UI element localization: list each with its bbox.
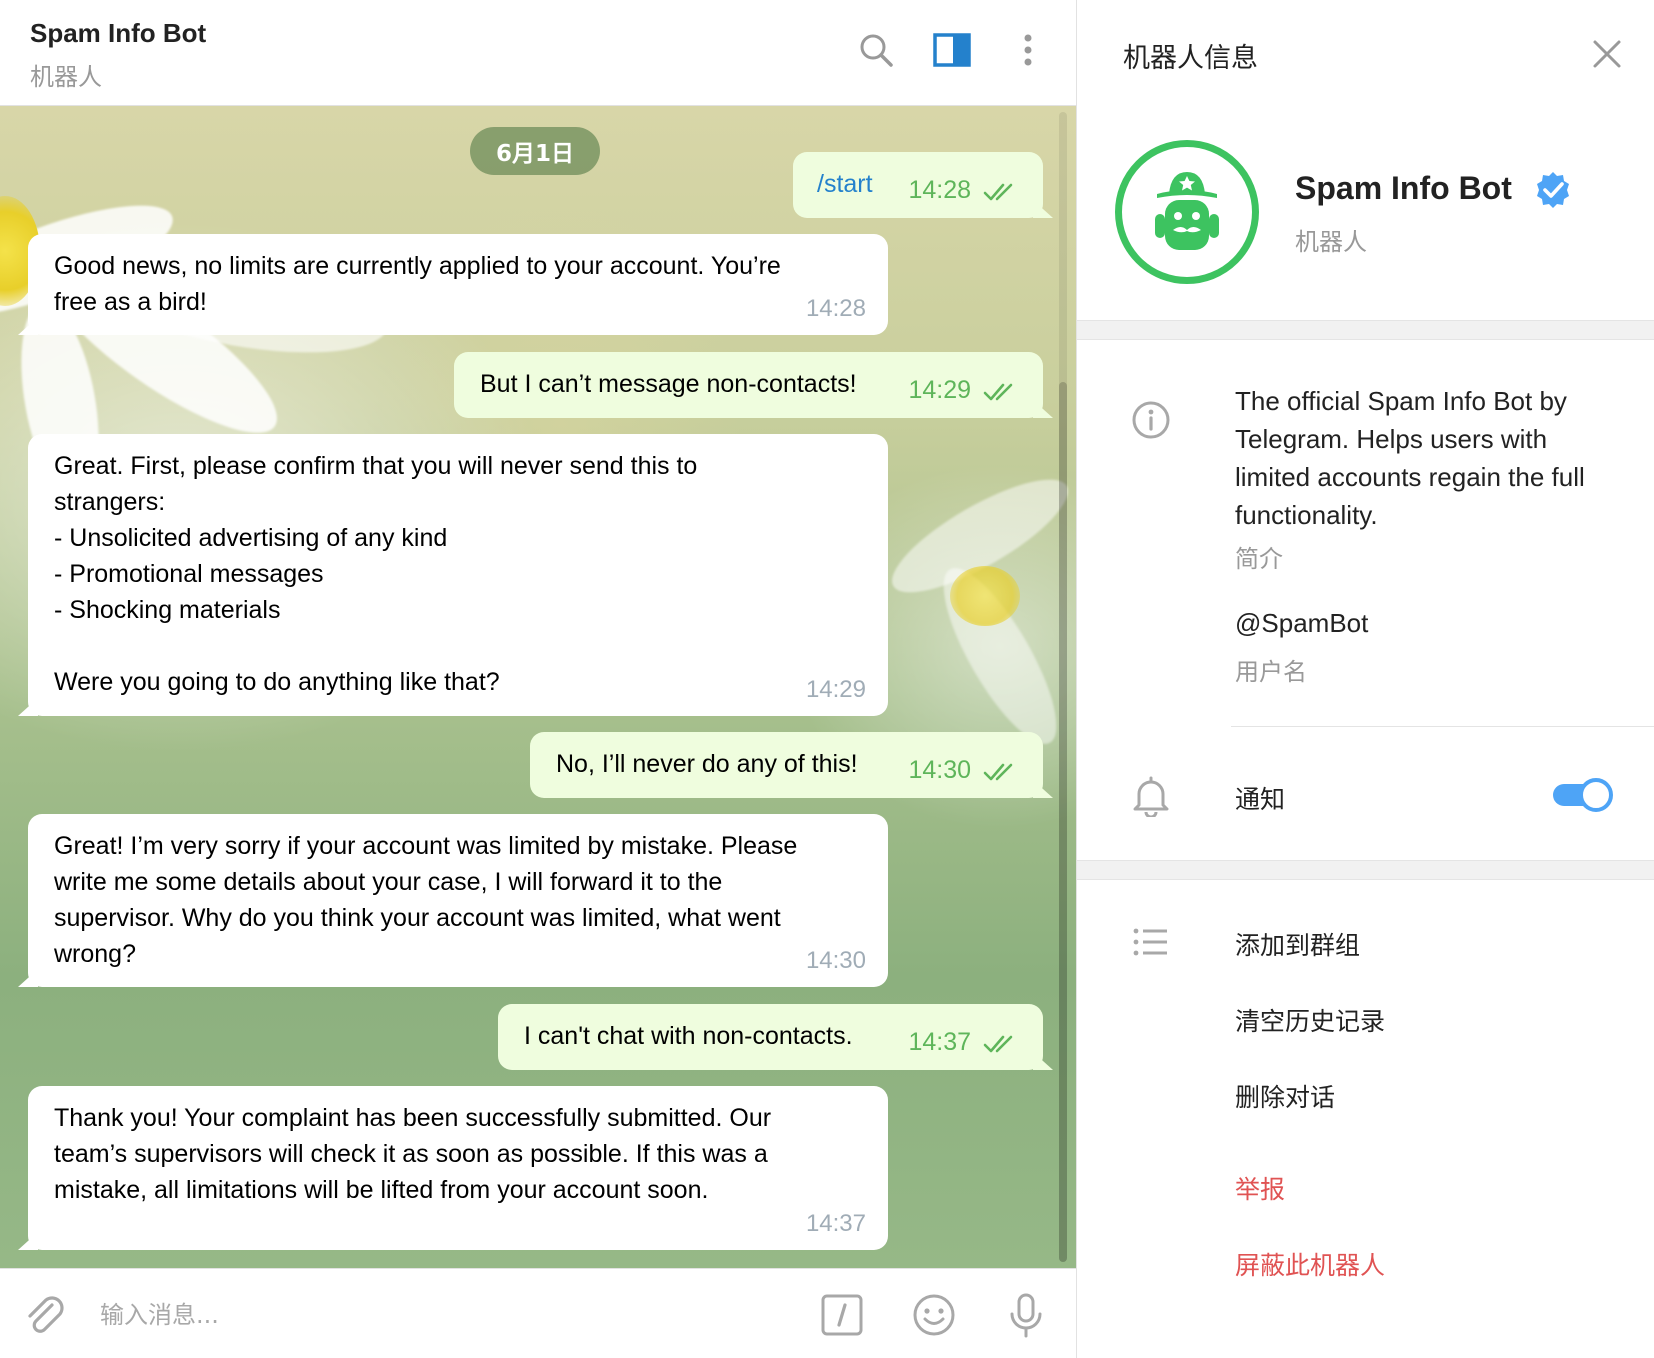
verified-icon	[1537, 172, 1569, 208]
double-check-icon	[983, 383, 1013, 401]
delete-chat-action[interactable]: 删除对话	[1235, 1078, 1335, 1114]
section-separator	[1231, 726, 1654, 727]
message-time: 14:29	[908, 376, 971, 404]
incoming-message[interactable]: Thank you! Your complaint has been succe…	[28, 1086, 888, 1250]
section-divider	[1077, 320, 1654, 340]
double-check-icon	[983, 763, 1013, 781]
emoji-button[interactable]	[910, 1291, 958, 1339]
message-input[interactable]	[100, 1293, 800, 1337]
notifications-toggle[interactable]	[1553, 778, 1613, 812]
close-panel-button[interactable]	[1585, 32, 1629, 76]
chat-title[interactable]: Spam Info Bot	[30, 18, 206, 49]
report-action[interactable]: 举报	[1235, 1170, 1285, 1206]
double-check-icon	[983, 183, 1013, 201]
panel-title: 机器人信息	[1123, 43, 1258, 74]
section-divider	[1077, 860, 1654, 880]
more-vertical-icon	[1024, 34, 1032, 66]
bot-name: Spam Info Bot	[1295, 170, 1512, 206]
message-text: Great. First, please confirm that you wi…	[54, 452, 698, 696]
microphone-icon	[1010, 1293, 1042, 1338]
double-check-icon	[983, 1035, 1013, 1053]
outgoing-message[interactable]: No, I’ll never do any of this! 14:30	[530, 732, 1043, 798]
incoming-message[interactable]: Great! I’m very sorry if your account wa…	[28, 814, 888, 987]
bot-info-panel: 机器人信息 Spam Info Bot 机器人 The official Spa…	[1076, 0, 1654, 1358]
message-time: 14:30	[908, 756, 971, 784]
toggle-info-panel-button[interactable]	[930, 28, 974, 72]
notifications-icon-wrap	[1129, 774, 1173, 818]
username-label: 用户名	[1235, 658, 1307, 686]
message-text: Great! I’m very sorry if your account wa…	[54, 832, 798, 968]
about-icon-wrap	[1129, 398, 1173, 442]
message-time: 14:28	[908, 176, 971, 204]
date-separator: 6月1日	[470, 127, 600, 175]
chat-scrollbar-thumb[interactable]	[1059, 382, 1067, 1262]
emoji-icon	[913, 1294, 955, 1336]
bot-type-label: 机器人	[1295, 228, 1367, 256]
paperclip-icon	[28, 1296, 64, 1333]
outgoing-message[interactable]: But I can’t message non-contacts! 14:29	[454, 352, 1043, 418]
add-to-group-action[interactable]: 添加到群组	[1235, 926, 1360, 962]
message-text: Good news, no limits are currently appli…	[54, 252, 781, 316]
message-time: 14:30	[805, 947, 866, 974]
chat-header: Spam Info Bot 机器人	[0, 0, 1076, 106]
bot-about-text: The official Spam Info Bot by Telegram. …	[1235, 386, 1585, 530]
message-time: 14:37	[908, 1028, 971, 1056]
search-button[interactable]	[854, 28, 898, 72]
search-icon	[860, 34, 893, 67]
bot-command-icon	[821, 1294, 863, 1336]
block-bot-action[interactable]: 屏蔽此机器人	[1235, 1246, 1385, 1282]
message-text: No, I’ll never do any of this!	[556, 750, 858, 778]
message-text: But I can’t message non-contacts!	[480, 370, 857, 398]
incoming-message[interactable]: Good news, no limits are currently appli…	[28, 234, 888, 335]
bot-username[interactable]: @SpamBot	[1235, 608, 1368, 639]
about-label: 简介	[1235, 545, 1283, 573]
bot-avatar-icon	[1155, 172, 1219, 250]
attach-button[interactable]	[20, 1291, 68, 1339]
list-icon	[1133, 928, 1167, 956]
actions-icon-wrap	[1129, 920, 1173, 964]
message-text: I can't chat with non-contacts.	[524, 1022, 853, 1050]
message-composer	[0, 1268, 1076, 1358]
chat-scrollbar[interactable]	[1059, 112, 1067, 1262]
toggle-knob	[1579, 778, 1613, 812]
notifications-label: 通知	[1235, 785, 1286, 814]
bot-avatar[interactable]	[1115, 140, 1259, 284]
message-time: 14:28	[805, 295, 866, 322]
clear-history-action[interactable]: 清空历史记录	[1235, 1002, 1385, 1038]
bot-commands-button[interactable]	[818, 1291, 866, 1339]
message-text: Thank you! Your complaint has been succe…	[54, 1104, 772, 1204]
chat-column: Spam Info Bot 机器人 6月1日 /start 14:28 Good…	[0, 0, 1076, 1358]
outgoing-message[interactable]: /start 14:28	[793, 152, 1043, 218]
more-menu-button[interactable]	[1006, 28, 1050, 72]
chat-subtitle: 机器人	[30, 63, 102, 91]
message-time: 14:29	[805, 676, 866, 703]
outgoing-message[interactable]: I can't chat with non-contacts. 14:37	[498, 1004, 1043, 1070]
bot-command-link[interactable]: /start	[817, 166, 873, 202]
voice-record-button[interactable]	[1002, 1291, 1050, 1339]
message-time: 14:37	[805, 1210, 866, 1237]
incoming-message[interactable]: Great. First, please confirm that you wi…	[28, 434, 888, 716]
close-icon	[1593, 40, 1621, 68]
bell-icon	[1133, 776, 1169, 817]
info-icon	[1132, 401, 1170, 439]
sidebar-toggle-icon	[933, 33, 971, 67]
